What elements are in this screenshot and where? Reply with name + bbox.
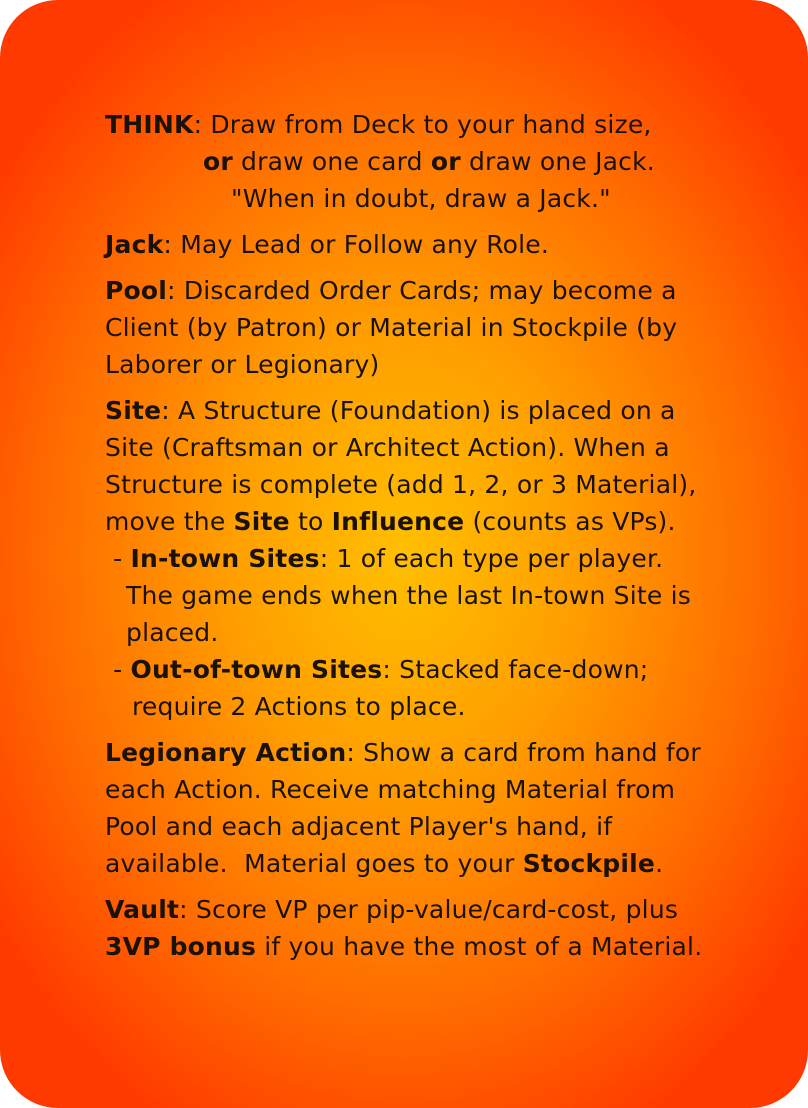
legionary-rule: Legionary Action: Show a card from hand … — [105, 738, 701, 878]
vault-term: Vault — [105, 895, 180, 924]
think-line-1: THINK: Draw from Deck to your hand size, — [105, 110, 652, 139]
legionary-term: Legionary Action — [105, 738, 347, 767]
outtown-sites-item: - Out-of-town Sites: Stacked face-down; — [105, 655, 649, 684]
site-term: Site — [105, 396, 162, 425]
jack-term: Jack — [105, 230, 164, 259]
think-quote: "When in doubt, draw a Jack." — [231, 184, 611, 213]
rules-card: THINK: Draw from Deck to your hand size,… — [0, 0, 808, 1108]
outtown-sites-term: Out-of-town Sites — [130, 655, 383, 684]
think-line-2: or draw one card or draw one Jack. — [203, 147, 655, 176]
pool-rule: Pool: Discarded Order Cards; may become … — [105, 276, 678, 379]
intown-sites-term: In-town Sites — [130, 544, 320, 573]
think-term: THINK — [105, 110, 194, 139]
rules-text: THINK: Draw from Deck to your hand size,… — [105, 106, 745, 974]
site-rule: Site: A Structure (Foundation) is placed… — [105, 392, 745, 725]
pool-term: Pool — [105, 276, 168, 305]
intown-sites-item: - In-town Sites: 1 of each type per play… — [105, 544, 664, 573]
jack-rule: Jack: May Lead or Follow any Role. — [105, 230, 550, 259]
vault-rule: Vault: Score VP per pip-value/card-cost,… — [105, 895, 703, 961]
think-rule: THINK: Draw from Deck to your hand size,… — [105, 106, 745, 217]
